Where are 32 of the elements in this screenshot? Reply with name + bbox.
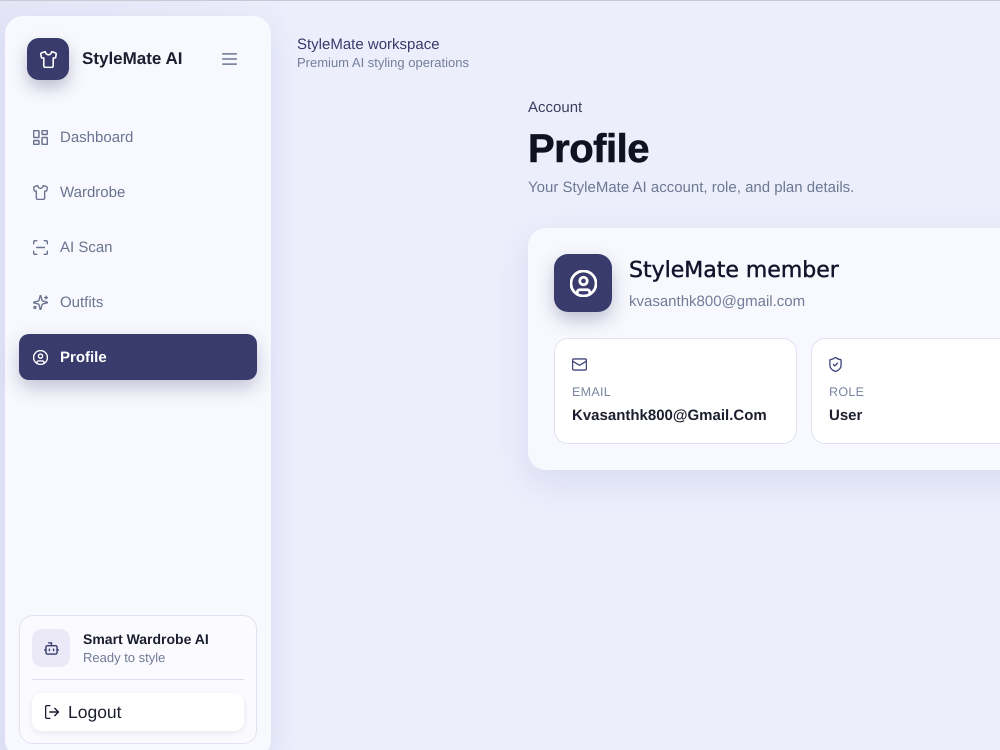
page-title: Profile [528,127,650,171]
sparkles-icon [33,294,48,310]
field-value: User [829,407,864,425]
nav-item[interactable]: Dashboard [19,114,257,160]
field-value: Kvasanthk800@Gmail.Com [572,407,768,425]
bot-icon [32,629,70,667]
member-email: kvasanthk800@gmail.com [629,292,806,310]
shirt-icon [33,184,48,200]
scan-icon [33,240,48,254]
member-name: StyleMate member [629,256,839,284]
mail-icon [572,357,587,372]
brand-name: StyleMate AI [82,49,182,69]
logout-icon [45,705,59,719]
assistant-title: Smart Wardrobe AI [83,630,209,648]
nav-item[interactable]: Wardrobe [19,169,257,215]
workspace-subtitle: Premium AI styling operations [297,55,470,71]
workspace-title: StyleMate workspace [297,36,441,54]
field-label: ROLE [829,385,866,400]
logout-button[interactable]: Logout [32,693,244,731]
user-avatar-icon [554,254,612,312]
assistant-status: Ready to style [83,650,166,666]
menu-button[interactable] [222,53,237,65]
page-eyebrow: Account [528,99,584,117]
field-label: EMAIL [572,385,612,400]
nav-item[interactable]: AI Scan [19,224,257,270]
shield-check-icon [829,357,842,372]
grid-icon [33,130,48,144]
shirt-logo-icon [27,38,69,80]
page-description: Your StyleMate AI account, role, and plan details. [528,179,856,197]
nav-item[interactable]: Outfits [19,279,257,325]
menu-icon [222,53,237,65]
nav-item[interactable]: Profile [19,334,257,380]
